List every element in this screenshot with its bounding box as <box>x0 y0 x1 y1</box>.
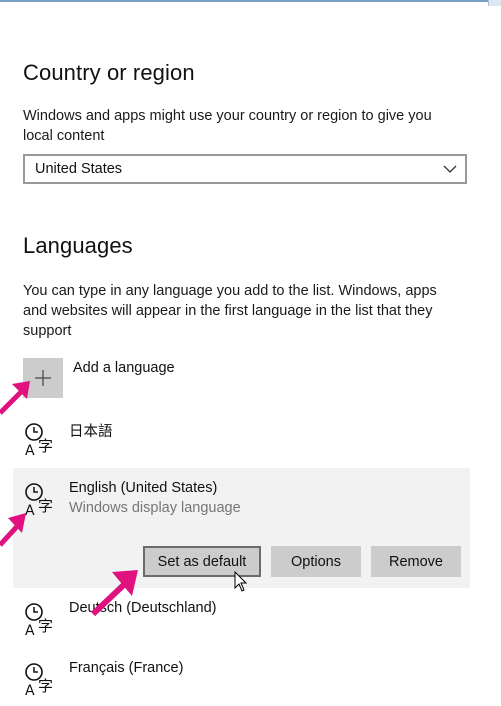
remove-button[interactable]: Remove <box>371 546 461 577</box>
svg-text:A: A <box>25 443 35 459</box>
svg-text:字: 字 <box>38 617 53 635</box>
languages-heading: Languages <box>23 233 133 258</box>
scrollbar-top[interactable] <box>488 0 501 6</box>
annotation-arrow <box>90 570 138 617</box>
language-subtitle: Windows display language <box>69 500 241 516</box>
svg-text:A: A <box>25 623 35 639</box>
language-name[interactable]: English (United States) <box>69 480 217 496</box>
window-top-border <box>0 0 501 2</box>
country-dropdown[interactable]: United States <box>23 154 467 184</box>
svg-text:字: 字 <box>38 677 53 695</box>
region-description: Windows and apps might use your country … <box>23 108 432 144</box>
language-name[interactable]: 日本語 <box>69 420 113 441</box>
svg-text:字: 字 <box>38 497 53 515</box>
svg-text:字: 字 <box>38 437 53 455</box>
language-pack-icon: A 字 <box>25 603 53 639</box>
options-button[interactable]: Options <box>271 546 361 577</box>
add-language-label[interactable]: Add a language <box>73 360 175 376</box>
language-pack-icon: A 字 <box>25 663 53 699</box>
mouse-cursor-icon <box>234 571 248 592</box>
annotation-arrow <box>0 381 30 415</box>
language-name[interactable]: Français (France) <box>69 660 183 676</box>
languages-description: You can type in any language you add to … <box>23 283 437 339</box>
plus-icon <box>35 370 51 386</box>
chevron-down-icon <box>443 165 457 173</box>
region-heading: Country or region <box>23 60 195 85</box>
country-dropdown-value: United States <box>35 161 123 177</box>
svg-text:A: A <box>25 683 35 699</box>
annotation-arrow <box>0 513 26 547</box>
language-pack-icon: A 字 <box>25 423 53 459</box>
